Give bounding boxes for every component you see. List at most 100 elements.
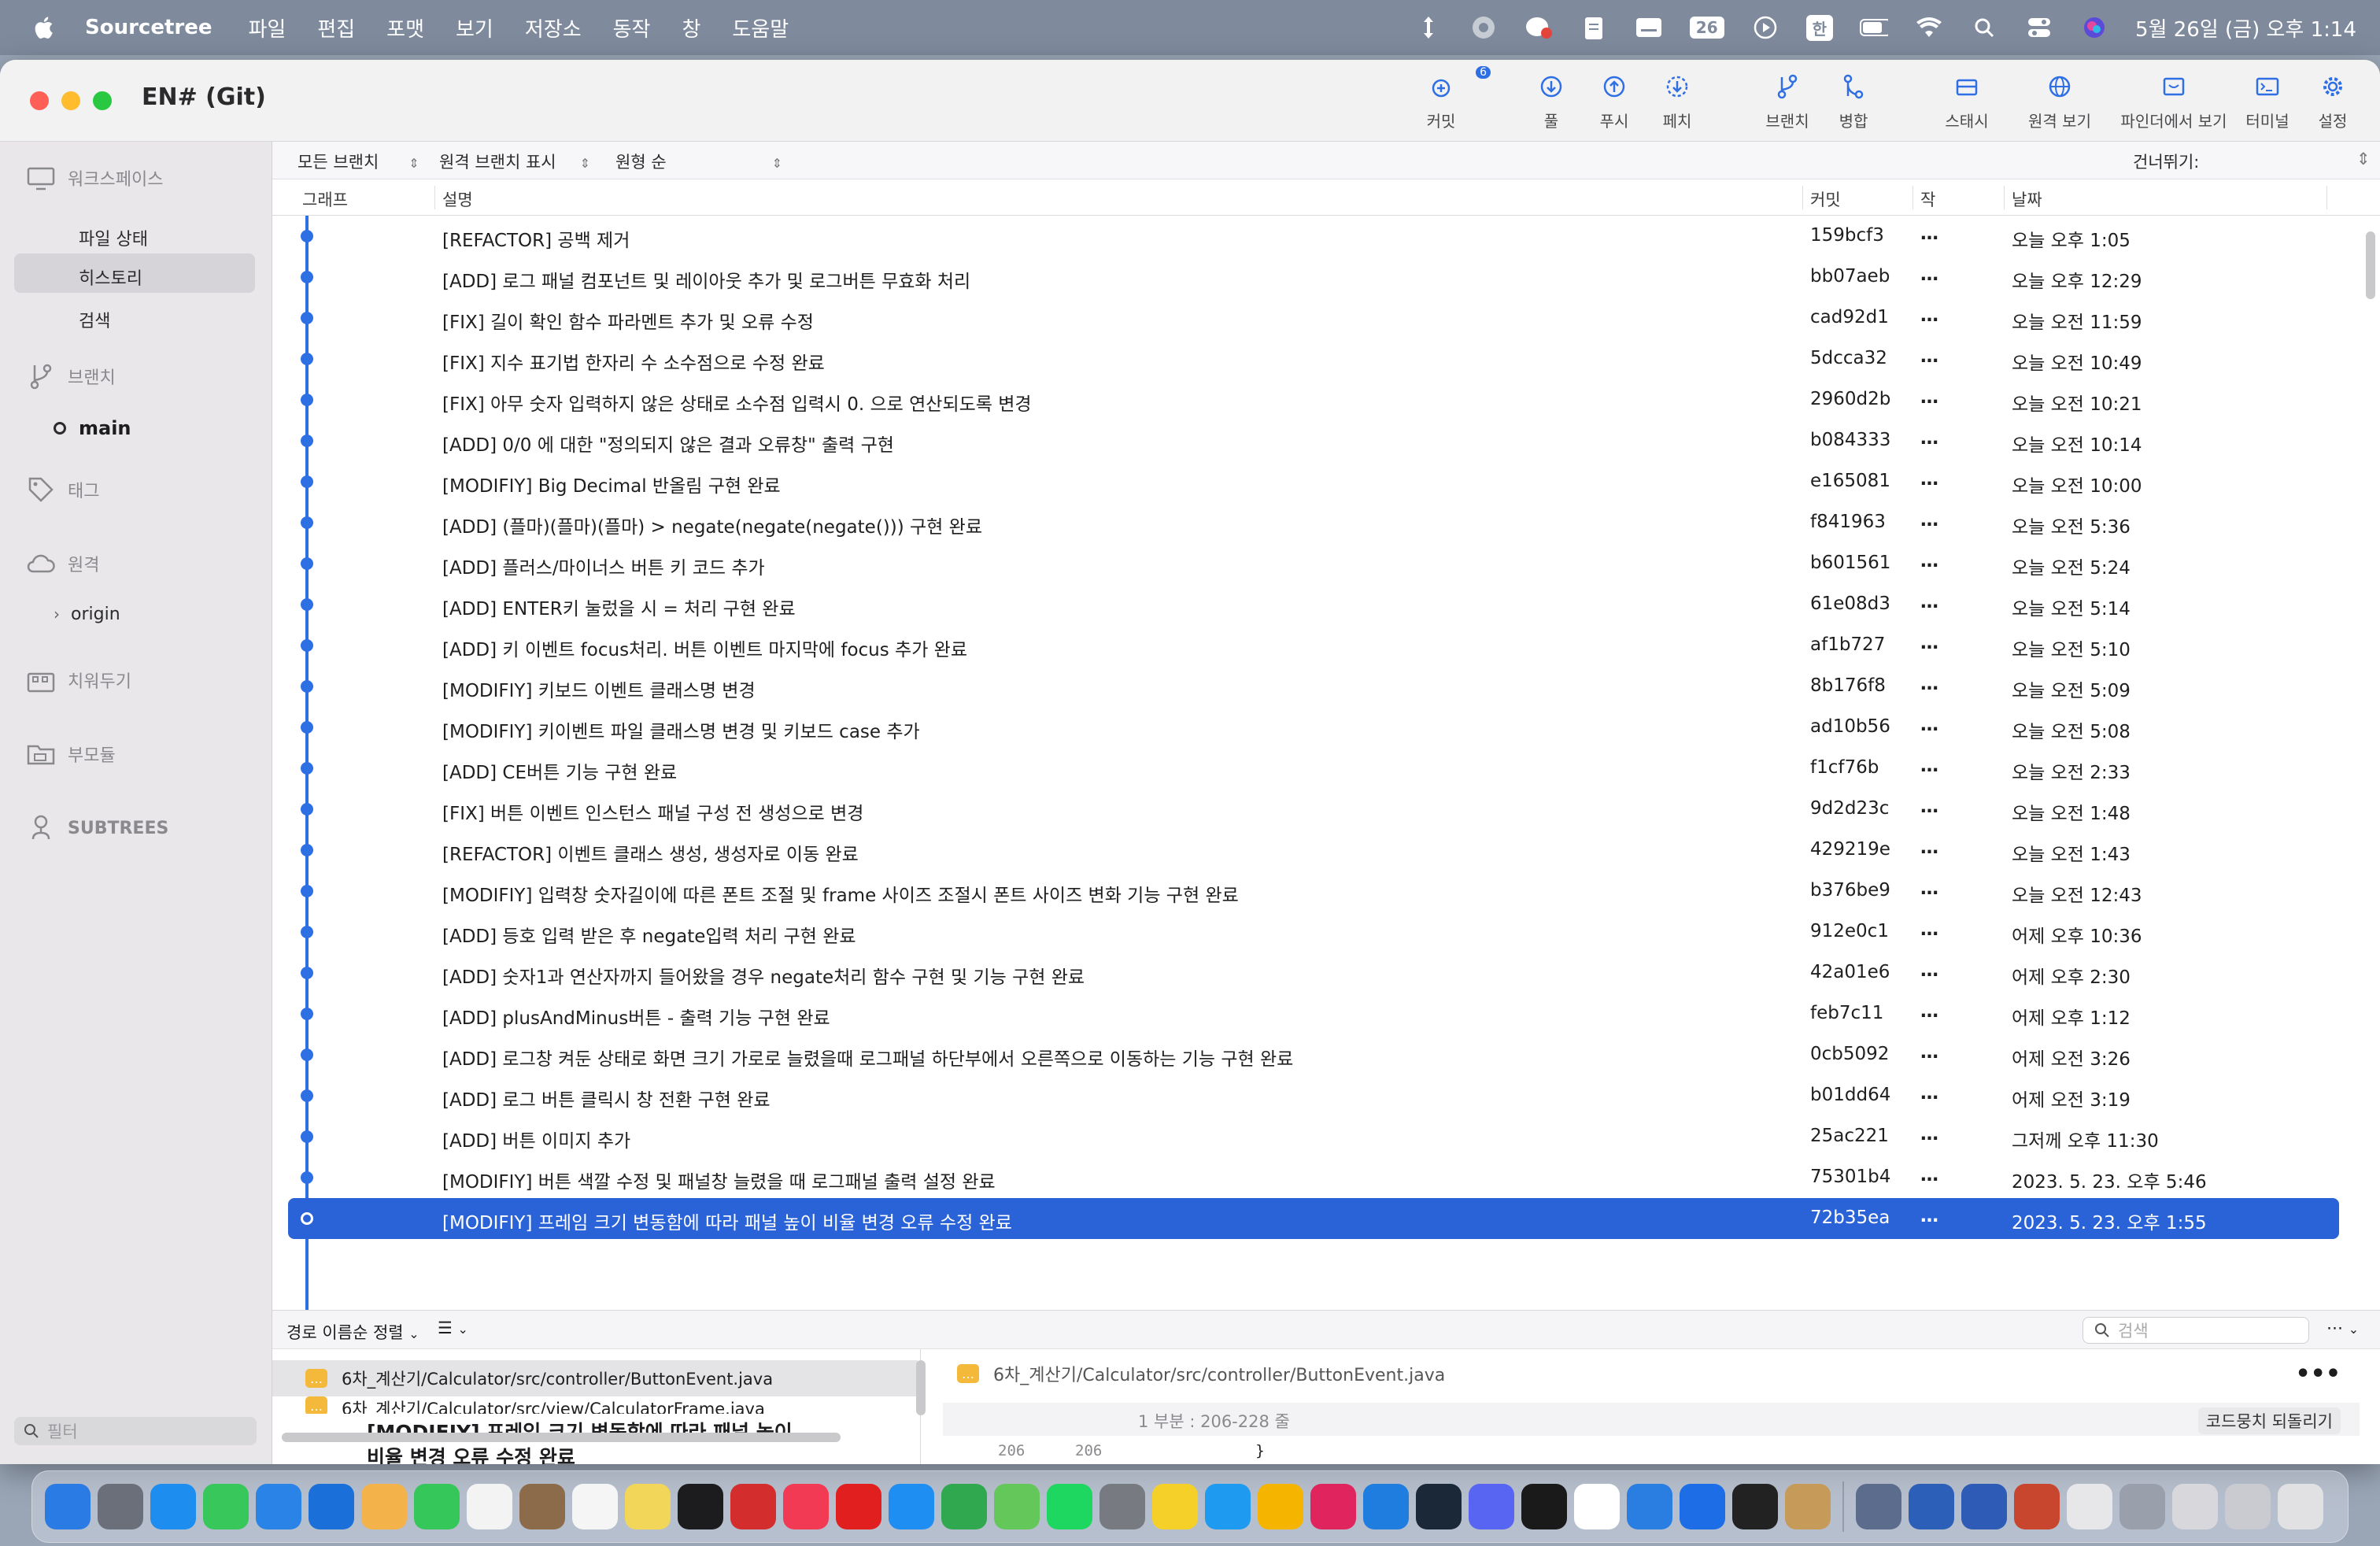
submodules-section[interactable]: 부모듈 [25, 738, 116, 770]
branches-section[interactable]: 브랜치 [25, 361, 116, 392]
tags-section[interactable]: 태그 [25, 474, 99, 505]
menu-actions[interactable]: 동작 [613, 13, 651, 43]
more-icon[interactable]: ••• [2295, 1360, 2341, 1388]
file-row[interactable]: … 6차_계산기/Calculator/src/controller/Butto… [272, 1360, 918, 1396]
finder-app-icon[interactable] [45, 1484, 91, 1529]
commit-row[interactable]: [MODIFIY] 프레임 크기 변동함에 따라 패널 높이 비율 변경 오류 … [272, 1198, 2350, 1239]
stash-button[interactable]: 스태시 [1924, 71, 2010, 134]
bluesky-app-icon[interactable] [1205, 1484, 1251, 1529]
recent-window-icon[interactable] [2172, 1484, 2218, 1529]
safari-app-icon[interactable] [150, 1484, 196, 1529]
file-search-input[interactable]: 검색 [2082, 1317, 2309, 1344]
close-window-button[interactable] [30, 91, 49, 110]
column-divider[interactable] [1802, 186, 1803, 209]
sort-select[interactable]: 경로 이름순 정렬 ⌄ [286, 1320, 419, 1344]
photos-app-icon[interactable] [361, 1484, 407, 1529]
col-graph[interactable]: 그래프 [302, 187, 348, 211]
siri-icon[interactable] [2080, 13, 2108, 42]
recent-window-icon[interactable] [2225, 1484, 2271, 1529]
sidebar-item-search[interactable]: 검색 [79, 307, 110, 332]
menu-clock[interactable]: 5월 26일 (금) 오후 1:14 [2135, 13, 2356, 43]
revert-hunk-button[interactable]: 코드뭉치 되돌리기 [2197, 1407, 2341, 1434]
finder-alt-app-icon[interactable] [1363, 1484, 1409, 1529]
sidebar-branch-main[interactable]: main [54, 417, 131, 439]
youtube-app-icon[interactable] [836, 1484, 881, 1529]
notes-app-icon[interactable] [625, 1484, 671, 1529]
list-view-select[interactable]: ☰ ⌄ [438, 1319, 468, 1337]
commit-row[interactable]: [ADD] 0/0 에 대한 "정의되지 않은 결과 오류창" 출력 구현 b08… [272, 420, 2350, 461]
contacts-app-icon[interactable] [519, 1484, 565, 1529]
recent-window-icon[interactable] [1909, 1484, 1954, 1529]
horizontal-scrollbar[interactable] [282, 1433, 841, 1442]
menu-help[interactable]: 도움말 [732, 13, 789, 43]
apple-icon[interactable] [31, 14, 58, 41]
wifi-icon[interactable] [1915, 13, 1943, 42]
commit-row[interactable]: [ADD] 플러스/마이너스 버튼 키 코드 추가 b601561 … 오늘 오전 5… [272, 543, 2350, 584]
system-settings-app-icon[interactable] [1099, 1484, 1145, 1529]
messages-app-icon[interactable] [203, 1484, 249, 1529]
record-icon[interactable] [1469, 13, 1498, 42]
menu-repository[interactable]: 저장소 [525, 13, 582, 43]
keyboard-icon[interactable] [1635, 13, 1663, 42]
commit-row[interactable]: [ADD] 로그 버튼 클릭시 창 전환 구현 완료 b01dd64 … 어제 오전 … [272, 1075, 2350, 1116]
column-divider[interactable] [2326, 186, 2327, 209]
menu-app-name[interactable]: Sourcetree [85, 16, 212, 39]
remotes-section[interactable]: 원격 [25, 548, 99, 579]
menu-format[interactable]: 포맷 [386, 13, 424, 43]
commit-row[interactable]: [ADD] plusAndMinus버튼 - 출력 기능 구현 완료 feb7c1… [272, 993, 2350, 1034]
chat-icon[interactable] [1524, 13, 1553, 42]
commit-row[interactable]: [MODIFIY] 버튼 색깔 수정 및 패널창 늘렸을 때 로그패널 출력 설… [272, 1157, 2350, 1198]
col-author[interactable]: 작 [1920, 187, 1935, 211]
music-app-icon[interactable] [783, 1484, 829, 1529]
commit-list-scrollbar[interactable] [2366, 231, 2375, 299]
pinterest-app-icon[interactable] [1310, 1484, 1356, 1529]
commit-row[interactable]: [ADD] 로그창 켜둔 상태로 화면 크기 가로로 늘렸을때 로그패널 하단부… [272, 1034, 2350, 1075]
settings-button[interactable]: 설정 [2293, 71, 2372, 134]
updown-icon[interactable]: ⇕ [2356, 150, 2371, 168]
workspace-section[interactable]: 워크스페이스 [25, 162, 163, 194]
commit-row[interactable]: [MODIFIY] 키이벤트 파일 클래스명 변경 및 키보드 case 추가 a… [272, 707, 2350, 748]
commit-row[interactable]: [ADD] (플마)(플마)(플마) > negate(negate(negat… [272, 502, 2350, 543]
sidebar-item-file-status[interactable]: 파일 상태 [79, 225, 148, 250]
recent-window-icon[interactable] [2014, 1484, 2060, 1529]
kakaotalk-app-icon[interactable] [1152, 1484, 1198, 1529]
vscode-app-icon[interactable] [1627, 1484, 1672, 1529]
commit-row[interactable]: [FIX] 지수 표기법 한자리 수 소수점으로 수정 완료 5dcca32 … 오늘… [272, 338, 2350, 379]
menu-file[interactable]: 파일 [248, 13, 286, 43]
app-store-app-icon[interactable] [889, 1484, 934, 1529]
col-commit[interactable]: 커밋 [1810, 187, 1841, 211]
branch-filter-select[interactable]: 모든 브랜치 ⇕ [298, 150, 419, 173]
play-icon[interactable] [1751, 13, 1779, 42]
input-method-badge[interactable]: 한 [1805, 14, 1834, 41]
commit-row[interactable]: [MODIFIY] 입력창 숫자길이에 따른 폰트 조절 및 frame 사이즈… [272, 871, 2350, 912]
remote-view-button[interactable]: 원격 보기 [2016, 71, 2103, 134]
sidebar-remote-origin[interactable]: › origin [54, 605, 120, 624]
commit-row[interactable]: [REFACTOR] 공백 제거 159bcf3 … 오늘 오후 1:05 [272, 216, 2350, 257]
mail-app-icon[interactable] [256, 1484, 301, 1529]
recent-window-icon[interactable] [2119, 1484, 2165, 1529]
merge-button[interactable]: 병합 [1810, 71, 1897, 134]
control-center-icon[interactable] [2025, 13, 2053, 42]
webtoon-app-icon[interactable] [730, 1484, 776, 1529]
maps-app-icon[interactable] [309, 1484, 354, 1529]
commit-row[interactable]: [MODIFIY] Big Decimal 반올림 구현 완료 e165081 … 오… [272, 461, 2350, 502]
recent-window-icon[interactable] [2067, 1484, 2112, 1529]
reminders-app-icon[interactable] [572, 1484, 618, 1529]
commit-button[interactable]: 6 커밋 [1398, 66, 1491, 134]
archive-app-icon[interactable] [1785, 1484, 1831, 1529]
location-app-icon[interactable] [1680, 1484, 1725, 1529]
commit-row[interactable]: [ADD] 등호 입력 받은 후 negate입력 처리 구현 완료 912e0c… [272, 912, 2350, 952]
col-description[interactable]: 설명 [442, 187, 473, 211]
sidebar-filter-input[interactable]: 필터 [14, 1417, 257, 1445]
launchpad-app-icon[interactable] [98, 1484, 143, 1529]
clipboard-icon[interactable] [1580, 13, 1608, 42]
column-divider[interactable] [2004, 186, 2005, 209]
facetime-app-icon[interactable] [414, 1484, 460, 1529]
commit-row[interactable]: [MODIFIY] 키보드 이벤트 클래스명 변경 8b176f8 … 오늘 오전 5… [272, 666, 2350, 707]
subtrees-section[interactable]: SUBTREES [25, 812, 168, 844]
apple-tv-app-icon[interactable] [678, 1484, 723, 1529]
options-menu[interactable]: ⋯ ⌄ [2326, 1319, 2359, 1337]
menu-window[interactable]: 창 [682, 13, 700, 43]
stashes-section[interactable]: 치워두기 [25, 664, 131, 696]
commit-row[interactable]: [FIX] 버튼 이벤트 인스턴스 패널 구성 전 생성으로 변경 9d2d23c… [272, 789, 2350, 830]
